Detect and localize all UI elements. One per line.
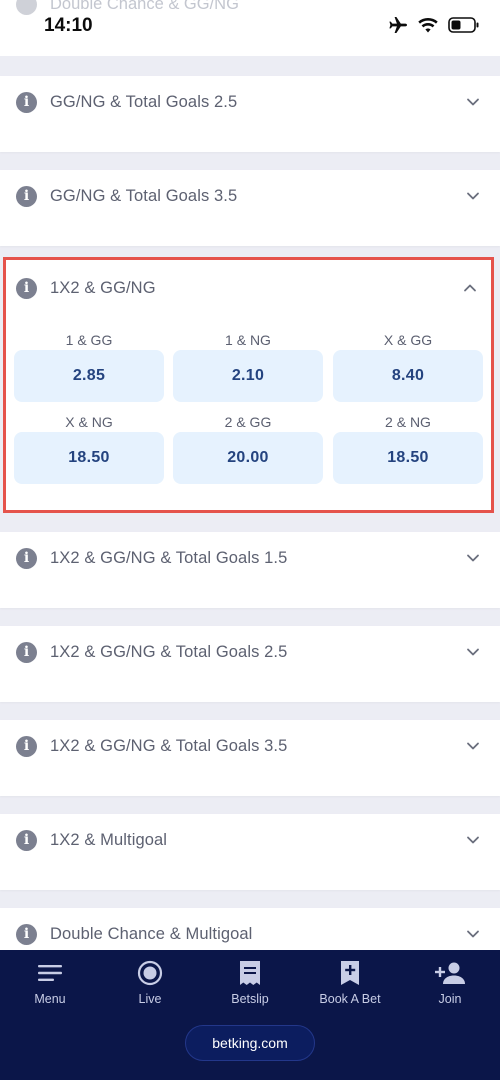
odds-button[interactable]: 18.50 <box>333 432 483 484</box>
info-icon[interactable]: i <box>16 91 37 113</box>
chevron-down-icon[interactable] <box>466 189 480 203</box>
betslip-icon <box>200 958 300 988</box>
market-title: 1X2 & GG/NG & Total Goals 3.5 <box>50 736 288 755</box>
nav-item-live[interactable]: Live <box>100 958 200 1006</box>
nav-label: Live <box>138 992 162 1006</box>
market-header[interactable]: i GG/NG & Total Goals 2.5 <box>0 76 500 128</box>
market-title: 1X2 & Multigoal <box>50 830 168 849</box>
selection-label: X & GG <box>383 332 433 348</box>
market-header[interactable]: i 1X2 & GG/NG & Total Goals 3.5 <box>0 720 500 772</box>
market-row[interactable]: i 1X2 & Multigoal <box>0 814 500 890</box>
nav-item-book-a-bet[interactable]: Book A Bet <box>300 958 400 1006</box>
info-icon[interactable]: i <box>16 277 37 299</box>
book-a-bet-icon <box>300 958 400 988</box>
market-row[interactable]: i GG/NG & Total Goals 2.5 <box>0 76 500 152</box>
odds-button[interactable]: 8.40 <box>333 350 483 402</box>
status-time: 14:10 <box>44 15 93 36</box>
selection-label: 2 & NG <box>385 414 431 430</box>
info-icon <box>16 0 37 15</box>
market-title: 1X2 & GG/NG & Total Goals 1.5 <box>50 548 288 567</box>
nav-item-betslip[interactable]: Betslip <box>200 958 300 1006</box>
selection-label: X & NG <box>65 414 113 430</box>
domain-link[interactable]: betking.com <box>185 1025 315 1061</box>
battery-icon <box>448 17 480 38</box>
market-header[interactable]: i 1X2 & Multigoal <box>0 814 500 866</box>
partial-market-title: Double Chance & GG/NG <box>50 0 239 13</box>
nav-label: Betslip <box>231 992 269 1006</box>
chevron-down-icon[interactable] <box>466 739 480 753</box>
nav-label: Book A Bet <box>319 992 381 1006</box>
menu-icon <box>0 958 100 988</box>
market-header[interactable]: i 1X2 & GG/NG & Total Goals 2.5 <box>0 626 500 678</box>
market-title: 1X2 & GG/NG & Total Goals 2.5 <box>50 642 288 661</box>
airplane-mode-icon <box>388 16 408 39</box>
market-header[interactable]: i 1X2 & GG/NG & Total Goals 1.5 <box>0 532 500 584</box>
info-icon[interactable]: i <box>16 923 37 945</box>
selection-label: 1 & NG <box>225 332 271 348</box>
chevron-down-icon[interactable] <box>466 551 480 565</box>
odds-button[interactable]: 18.50 <box>14 432 164 484</box>
chevron-up-icon[interactable] <box>463 281 477 295</box>
nav-label: Join <box>438 992 462 1006</box>
market-title: GG/NG & Total Goals 2.5 <box>50 92 238 111</box>
market-title: 1X2 & GG/NG <box>50 278 156 297</box>
odds-button[interactable]: 2.85 <box>14 350 164 402</box>
info-icon[interactable]: i <box>16 829 37 851</box>
live-icon <box>100 958 200 988</box>
nav-label: Menu <box>34 992 66 1006</box>
market-row[interactable]: i 1X2 & GG/NG & Total Goals 2.5 <box>0 626 500 702</box>
join-icon <box>400 958 500 988</box>
chevron-down-icon[interactable] <box>466 833 480 847</box>
market-title: GG/NG & Total Goals 3.5 <box>50 186 238 205</box>
odds-button[interactable]: 2.10 <box>173 350 323 402</box>
selection-label: 1 & GG <box>65 332 113 348</box>
info-icon[interactable]: i <box>16 735 37 757</box>
market-title: Double Chance & Multigoal <box>50 924 253 943</box>
chevron-down-icon[interactable] <box>466 927 480 941</box>
chevron-down-icon[interactable] <box>466 95 480 109</box>
market-row[interactable]: i 1X2 & GG/NG & Total Goals 3.5 <box>0 720 500 796</box>
market-header[interactable]: i 1X2 & GG/NG <box>6 262 491 314</box>
odds-button[interactable]: 20.00 <box>173 432 323 484</box>
market-row[interactable]: i 1X2 & GG/NG & Total Goals 1.5 <box>0 532 500 608</box>
info-icon[interactable]: i <box>16 185 37 207</box>
bottom-nav: Menu Live Betslip Book A Bet Join betkin… <box>0 950 500 1080</box>
chevron-down-icon[interactable] <box>466 645 480 659</box>
market-expanded: i 1X2 & GG/NG 1 & GG 1 & NG X & GG 2.85 … <box>3 257 494 513</box>
selection-label: 2 & GG <box>224 414 272 430</box>
info-icon[interactable]: i <box>16 641 37 663</box>
wifi-icon <box>418 17 438 38</box>
nav-item-menu[interactable]: Menu <box>0 958 100 1006</box>
status-bar: Double Chance & GG/NG 14:10 <box>0 0 500 56</box>
info-icon[interactable]: i <box>16 547 37 569</box>
market-row[interactable]: i GG/NG & Total Goals 3.5 <box>0 170 500 246</box>
nav-item-join[interactable]: Join <box>400 958 500 1006</box>
market-header[interactable]: i GG/NG & Total Goals 3.5 <box>0 170 500 222</box>
